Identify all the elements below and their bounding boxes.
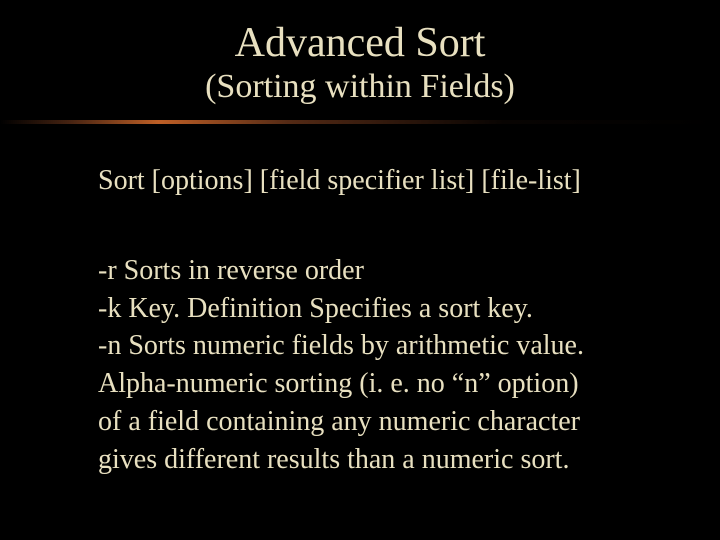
option-note-1: Alpha-numeric sorting (i. e. no “n” opti… — [98, 365, 630, 403]
slide-body: Sort [options] [field specifier list] [f… — [0, 128, 720, 478]
options-block: -r Sorts in reverse order -k Key. Defini… — [98, 252, 630, 479]
slide-title: Advanced Sort — [0, 20, 720, 66]
option-k: -k Key. Definition Specifies a sort key. — [98, 290, 630, 328]
option-r: -r Sorts in reverse order — [98, 252, 630, 290]
option-note-3: gives different results than a numeric s… — [98, 441, 630, 479]
divider-line — [0, 120, 720, 128]
option-n: -n Sorts numeric fields by arithmetic va… — [98, 327, 630, 365]
syntax-line: Sort [options] [field specifier list] [f… — [98, 164, 630, 198]
option-note-2: of a field containing any numeric charac… — [98, 403, 630, 441]
slide-subtitle: (Sorting within Fields) — [0, 68, 720, 106]
slide-container: Advanced Sort (Sorting within Fields) So… — [0, 0, 720, 540]
